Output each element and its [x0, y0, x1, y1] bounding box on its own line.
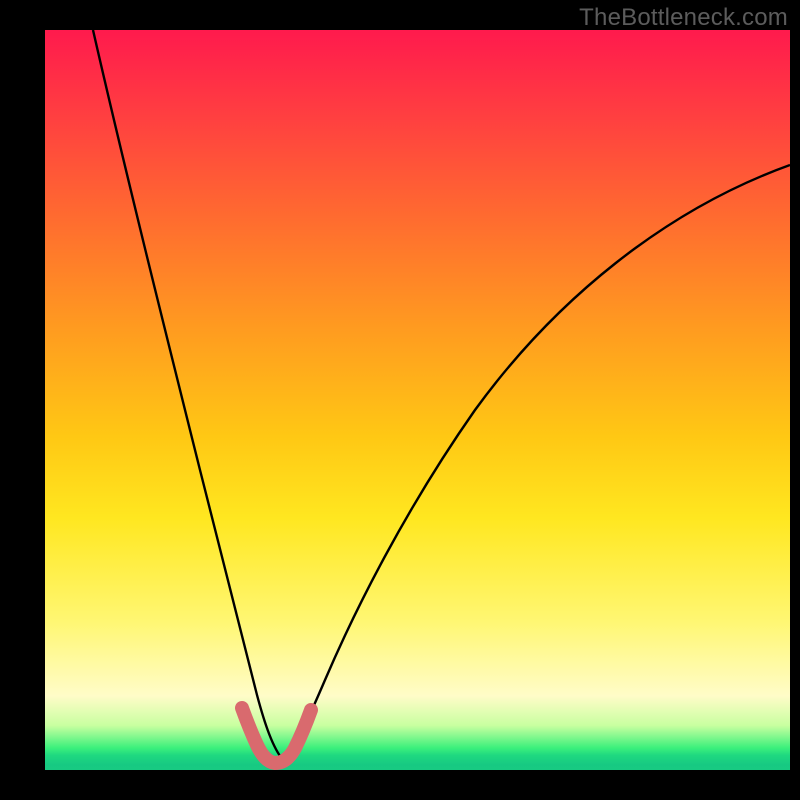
bottleneck-curve — [93, 30, 790, 760]
curve-layer — [45, 30, 790, 770]
optimal-marker — [242, 708, 311, 763]
watermark-text: TheBottleneck.com — [579, 4, 788, 32]
plot-area — [45, 30, 790, 770]
chart-frame: TheBottleneck.com — [0, 0, 800, 800]
